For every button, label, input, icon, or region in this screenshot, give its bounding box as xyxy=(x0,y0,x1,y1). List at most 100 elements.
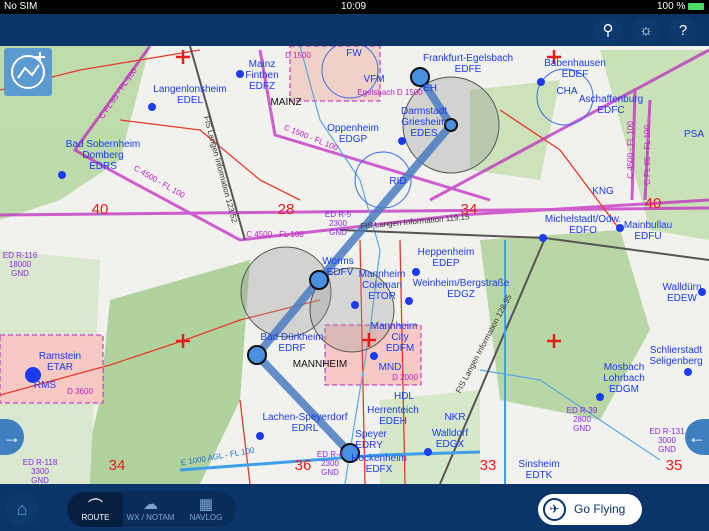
map-label: ED R-131 xyxy=(649,427,685,436)
map-label: Aschaffenburg xyxy=(579,94,643,105)
map-label: Lohrbach xyxy=(603,373,645,384)
map-label: EDFC xyxy=(597,105,624,116)
map-label: Finthen xyxy=(245,70,278,81)
map-label: Weinheim/Bergstraße xyxy=(413,278,510,289)
map-label: EDRY xyxy=(355,440,383,451)
map-label: EDRS xyxy=(89,161,117,172)
map-label: KNG xyxy=(592,186,614,197)
clock: 10:09 xyxy=(341,1,367,12)
go-flying-button[interactable]: ✈ Go Flying xyxy=(538,494,642,525)
map-label: 28 xyxy=(278,201,295,218)
map-label: EDFV xyxy=(327,267,354,278)
map-label: EDGM xyxy=(609,384,639,395)
map-label: ED R-118 xyxy=(23,458,58,467)
map-label: EDTK xyxy=(526,470,553,481)
home-icon: ⌂ xyxy=(16,499,28,519)
route-icon: ⌒ xyxy=(87,498,103,515)
map-label: EDFM xyxy=(386,343,414,354)
map-label: EDEW xyxy=(667,293,698,304)
map-label: 2300 xyxy=(329,219,347,228)
map-label: GND xyxy=(329,228,347,237)
map-label: 40 xyxy=(92,201,109,218)
waypoint-edfv[interactable] xyxy=(309,270,329,290)
map-label: 34 xyxy=(461,201,478,218)
map-label: HDL xyxy=(394,391,414,402)
map-label: EDFO xyxy=(569,225,597,236)
map-label: ED R-5 xyxy=(325,210,352,219)
tab-wx-notam[interactable]: ☁ WX / NOTAM xyxy=(123,493,178,527)
map-label: C FL 65 - FL 100 xyxy=(643,125,652,185)
top-toolbar: ⚲ ☼ ? xyxy=(0,14,709,46)
map-label: Darmstadt xyxy=(401,106,447,117)
map-label: Mosbach xyxy=(604,362,645,373)
map-view[interactable]: Mainz Finthen EDFZ MAINZ Langenlonsheim EDE… xyxy=(0,46,709,484)
map-label: 18000 xyxy=(9,260,32,269)
search-button[interactable]: ⚲ xyxy=(594,17,622,45)
map-label: Mainz xyxy=(249,59,276,70)
map-label: EDRL xyxy=(292,423,319,434)
map-label: FW xyxy=(346,48,362,59)
map-label: 3000 xyxy=(658,436,676,445)
map-label: Mannheim xyxy=(371,321,418,332)
map-label: C 4500 - FL 100 xyxy=(626,121,635,179)
map-label: Coleman xyxy=(362,280,402,291)
battery-text: 100 % xyxy=(657,1,686,12)
map-label: EDFZ xyxy=(249,81,275,92)
map-label: D 1500 xyxy=(285,51,311,60)
brightness-icon: ☼ xyxy=(639,22,653,39)
map-label: Babenhausen xyxy=(544,58,606,69)
tab-route[interactable]: ⌒ ROUTE xyxy=(68,493,123,527)
map-label: Worms xyxy=(322,256,353,267)
map-label: ETAR xyxy=(47,362,73,373)
map-label: Hockenheim xyxy=(351,453,407,464)
map-label: D 3600 xyxy=(67,387,93,396)
status-bar: No SIM 10:09 100 % xyxy=(0,0,709,14)
map-label: CHA xyxy=(556,86,577,97)
map-label: Oppenheim xyxy=(327,123,379,134)
arrow-right-icon: → xyxy=(3,427,21,447)
map-label: VFM xyxy=(363,74,384,85)
map-label: EDRF xyxy=(278,343,305,354)
map-label: Sinsheim xyxy=(518,459,559,470)
map-label: ED R-4 xyxy=(317,450,344,459)
map-label: 36 xyxy=(295,457,312,474)
map-label: 34 xyxy=(109,457,126,474)
map-label: C 4500 - FL 100 xyxy=(246,230,304,239)
map-label: Michelstadt/Odw. xyxy=(545,214,621,225)
map-label: EDEH xyxy=(379,416,407,427)
carrier: No SIM xyxy=(4,1,38,12)
map-label: City xyxy=(391,332,408,343)
map-label: Griesheim xyxy=(401,117,447,128)
map-label: 3300 xyxy=(31,467,49,476)
map-label: D 2000 xyxy=(392,373,418,382)
search-icon: ⚲ xyxy=(602,22,614,39)
map-label: MAINZ xyxy=(270,97,301,108)
map-label: EDFX xyxy=(366,464,393,475)
map-label: GND xyxy=(321,468,339,477)
map-label: Walldorf xyxy=(432,428,469,439)
map-label: EDGP xyxy=(339,134,368,145)
map-label: GND xyxy=(11,269,29,278)
map-label: 2300 xyxy=(321,459,339,468)
brightness-button[interactable]: ☼ xyxy=(632,17,660,45)
help-icon: ? xyxy=(678,22,688,39)
help-button[interactable]: ? xyxy=(669,17,697,45)
map-label: Egelsbach D 1500 xyxy=(357,88,423,97)
map-label: 33 xyxy=(480,457,497,474)
tab-navlog[interactable]: ▦ NAVLOG xyxy=(178,493,234,527)
map-label: EDEF xyxy=(562,69,589,80)
map-label: RMS xyxy=(34,380,57,391)
map-label: Mainbullau xyxy=(624,220,672,231)
airplane-icon: ✈ xyxy=(543,498,566,521)
map-label: GND xyxy=(573,424,591,433)
map-label: Herrenteich xyxy=(367,405,419,416)
map-label: PSA xyxy=(684,129,704,140)
waypoint-edes[interactable] xyxy=(444,118,458,132)
map-label: 40 xyxy=(645,195,662,212)
map-label: RID xyxy=(389,176,406,187)
add-route-button[interactable] xyxy=(4,48,52,96)
home-button[interactable]: ⌂ xyxy=(6,492,38,526)
waypoint-edrf[interactable] xyxy=(247,345,267,365)
map-label: GND xyxy=(658,445,676,454)
map-label: EDFE xyxy=(455,64,482,75)
